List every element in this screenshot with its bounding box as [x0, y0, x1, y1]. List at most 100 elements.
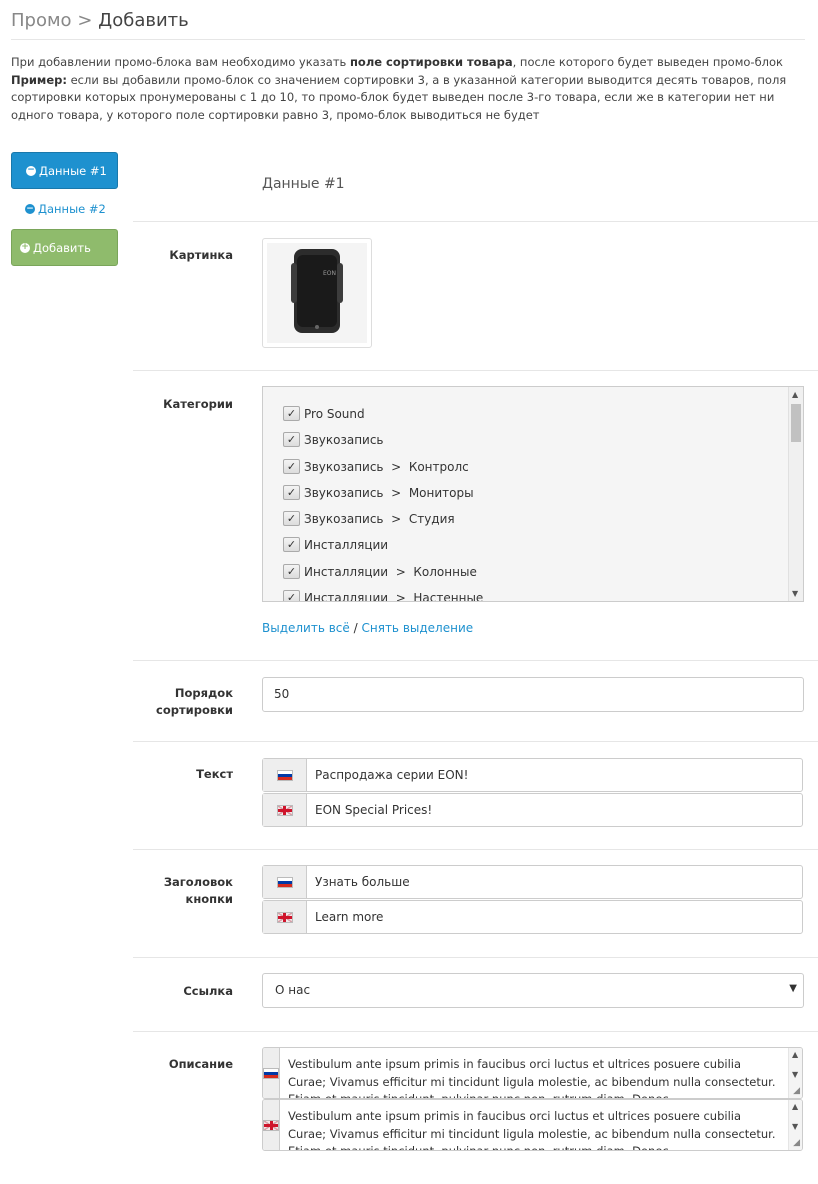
breadcrumb-separator: > [77, 10, 93, 31]
link-select[interactable]: О нас ▼ [262, 973, 804, 1008]
category-label: Звукозапись > Студия [304, 511, 455, 526]
flag-ru-icon [263, 1048, 280, 1098]
deselect-link[interactable]: Снять выделение [362, 621, 474, 635]
checkbox[interactable]: ✓ [283, 564, 300, 579]
description-en-field[interactable]: Vestibulum ante ipsum primis in faucibus… [262, 1099, 803, 1151]
description-group: Описание Vestibulum ante ipsum primis in… [133, 1032, 818, 1162]
promo-form: Данные #1 Картинка EON Категории ✓ Pro So… [133, 152, 818, 1162]
category-item[interactable]: ✓ Pro Sound [283, 406, 365, 421]
category-label: Звукозапись [304, 432, 384, 447]
description-label: Описание [168, 1057, 233, 1071]
checkbox[interactable]: ✓ [283, 511, 300, 526]
scrollbar-thumb[interactable] [791, 404, 801, 442]
sort-order-input[interactable]: 50 [262, 677, 804, 712]
category-label: Инсталляции > Настенные [304, 590, 484, 602]
button-title-group: Заголовок кнопки Узнать больше Learn mor… [133, 850, 818, 958]
text-ru-value[interactable]: Распродажа серии EON! [307, 759, 476, 791]
scroll-up-icon[interactable]: ▲ [792, 1050, 798, 1059]
sort-label: Порядок сортировки [156, 686, 233, 717]
checkbox[interactable]: ✓ [283, 537, 300, 552]
button-title-en-value[interactable]: Learn more [307, 901, 391, 933]
resize-grip-icon[interactable]: ◢ [793, 1087, 800, 1096]
text-ru-field[interactable]: Распродажа серии EON! [262, 758, 803, 792]
category-label: Звукозапись > Контролс [304, 459, 469, 474]
selection-separator: / [353, 621, 358, 635]
flag-gb-icon [263, 1100, 280, 1150]
add-tab-label: Добавить [33, 240, 91, 255]
category-label: Pro Sound [304, 406, 365, 421]
page-header: Промо > Добавить [11, 10, 805, 40]
tab-data-1[interactable]: − Данные #1 [11, 152, 118, 189]
tab-data-1-label: Данные #1 [39, 163, 107, 178]
category-item[interactable]: ✓ Звукозапись > Мониторы [283, 485, 474, 500]
button-title-en-field[interactable]: Learn more [262, 900, 803, 934]
categories-group: Категории ✓ Pro Sound ✓ Звукозапись ✓ Звуко… [133, 371, 818, 661]
category-label: Звукозапись > Мониторы [304, 485, 474, 500]
category-item[interactable]: ✓ Инсталляции > Колонные [283, 564, 477, 579]
description-ru-field[interactable]: Vestibulum ante ipsum primis in faucibus… [262, 1047, 803, 1099]
breadcrumb-promo[interactable]: Промо [11, 10, 72, 31]
chevron-down-icon: ▼ [789, 983, 797, 994]
form-legend: Данные #1 [133, 152, 818, 222]
image-thumbnail[interactable]: EON [262, 238, 372, 348]
data-tabs: − Данные #1 − Данные #2 + Добавить [11, 152, 118, 266]
sort-group: Порядок сортировки 50 [133, 661, 818, 742]
flag-gb-icon [263, 794, 307, 826]
checkbox[interactable]: ✓ [283, 459, 300, 474]
image-group: Картинка EON [133, 222, 818, 371]
intro-line1-bold: поле сортировки товара [349, 55, 513, 69]
button-title-ru-value[interactable]: Узнать больше [307, 866, 418, 898]
description-en-value[interactable]: Vestibulum ante ipsum primis in faucibus… [280, 1100, 802, 1150]
text-group: Текст Распродажа серии EON! EON Special … [133, 742, 818, 850]
scroll-up-icon[interactable]: ▲ [792, 1102, 798, 1111]
categories-list[interactable]: ✓ Pro Sound ✓ Звукозапись ✓ Звукозапись > К… [262, 386, 804, 602]
intro-text: При добавлении промо-блока вам необходим… [11, 54, 801, 124]
plus-circle-icon: + [20, 242, 30, 253]
page-title: Добавить [98, 10, 189, 31]
category-item[interactable]: ✓ Инсталляции > Настенные [283, 590, 484, 602]
intro-line1-pre: При добавлении промо-блока вам необходим… [11, 55, 350, 69]
category-item[interactable]: ✓ Звукозапись > Студия [283, 511, 455, 526]
speaker-brand-text: EON [323, 270, 336, 277]
flag-ru-icon [263, 866, 307, 898]
scroll-down-icon[interactable]: ▼ [792, 589, 798, 598]
button-title-label: Заголовок кнопки [163, 875, 233, 906]
link-label: Ссылка [183, 984, 233, 998]
intro-line1-post: , после которого будет выведен промо-бло… [512, 55, 783, 69]
tab-data-2[interactable]: − Данные #2 [11, 189, 118, 229]
flag-gb-icon [263, 901, 307, 933]
checkbox[interactable]: ✓ [283, 406, 300, 421]
minus-circle-icon[interactable]: − [26, 165, 36, 176]
checkbox[interactable]: ✓ [283, 432, 300, 447]
button-title-ru-field[interactable]: Узнать больше [262, 865, 803, 899]
resize-grip-icon[interactable]: ◢ [793, 1139, 800, 1148]
speaker-image: EON [267, 243, 367, 343]
scroll-down-icon[interactable]: ▼ [792, 1070, 798, 1079]
scroll-down-icon[interactable]: ▼ [792, 1122, 798, 1131]
image-label: Картинка [169, 248, 233, 262]
link-group: Ссылка О нас ▼ [133, 958, 818, 1032]
category-label: Инсталляции [304, 537, 389, 552]
checkbox[interactable]: ✓ [283, 485, 300, 500]
text-en-field[interactable]: EON Special Prices! [262, 793, 803, 827]
category-label: Инсталляции > Колонные [304, 564, 477, 579]
intro-example-label: Пример: [11, 72, 67, 87]
speaker-picture: EON [291, 249, 343, 333]
flag-ru-icon [263, 759, 307, 791]
link-select-value: О нас [275, 983, 311, 997]
tab-data-2-label: Данные #2 [38, 202, 106, 216]
add-tab-button[interactable]: + Добавить [11, 229, 118, 266]
selection-links: Выделить всё / Снять выделение [262, 621, 473, 635]
categories-scrollbar[interactable]: ▲ ▼ [788, 387, 803, 601]
category-item[interactable]: ✓ Инсталляции [283, 537, 388, 552]
category-item[interactable]: ✓ Звукозапись [283, 432, 384, 447]
checkbox[interactable]: ✓ [283, 590, 300, 601]
text-en-value[interactable]: EON Special Prices! [307, 794, 440, 826]
category-item[interactable]: ✓ Звукозапись > Контролс [283, 459, 469, 474]
minus-circle-icon[interactable]: − [25, 204, 35, 214]
categories-label: Категории [163, 397, 233, 411]
select-all-link[interactable]: Выделить всё [262, 621, 350, 635]
description-ru-value[interactable]: Vestibulum ante ipsum primis in faucibus… [280, 1048, 802, 1098]
text-label: Текст [196, 767, 233, 781]
scroll-up-icon[interactable]: ▲ [792, 390, 798, 399]
